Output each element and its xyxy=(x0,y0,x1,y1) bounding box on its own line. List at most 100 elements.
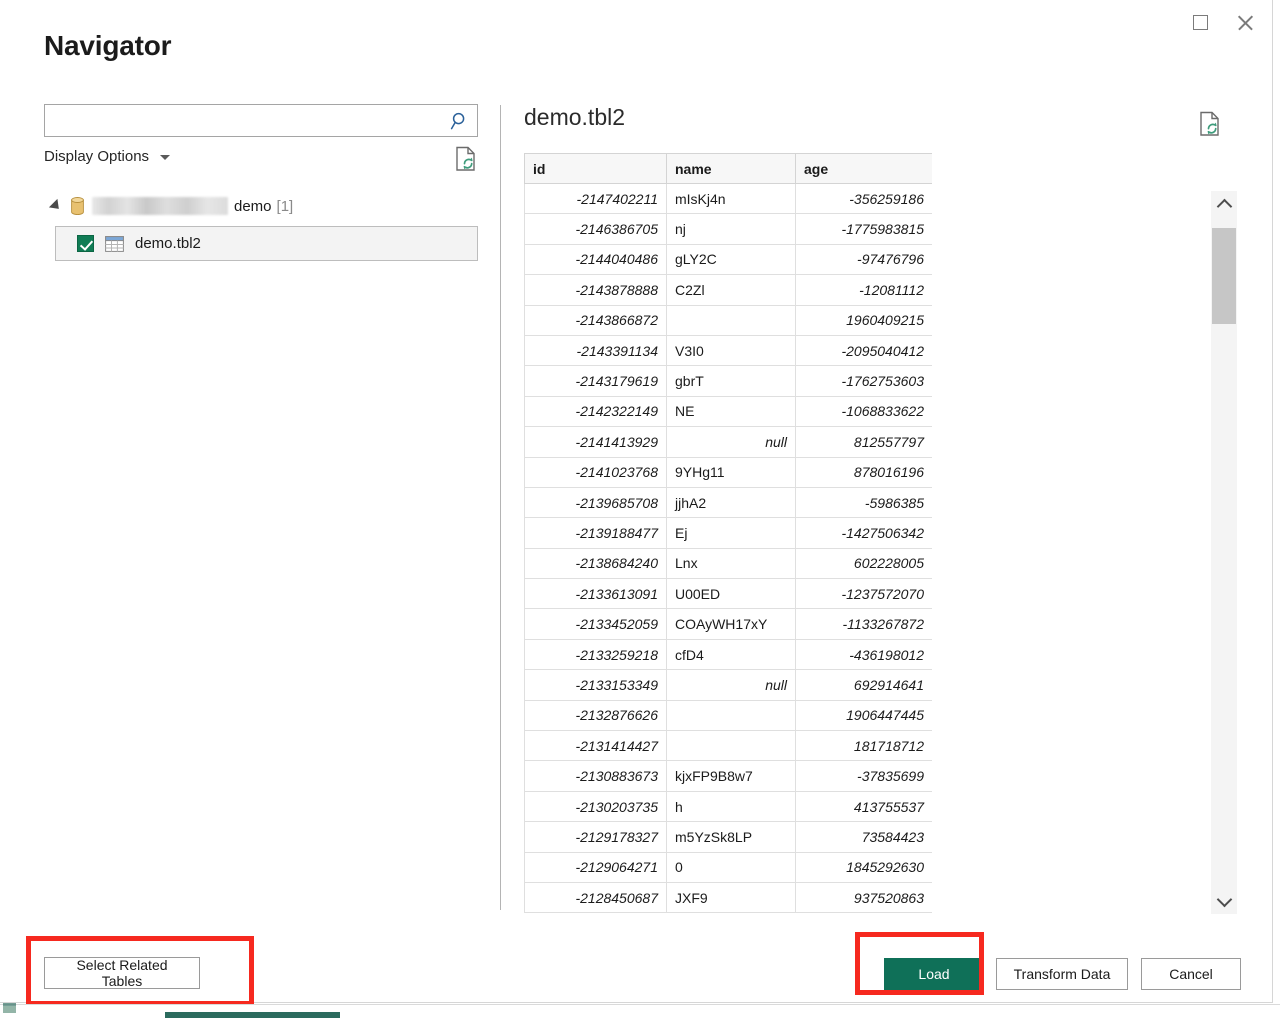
cell-id: -2141023768 xyxy=(525,457,667,487)
table-row[interactable]: -2130203735h413755537 xyxy=(525,791,933,821)
cell-id: -2133613091 xyxy=(525,579,667,609)
tree-node-database[interactable]: demo [1] xyxy=(44,192,478,220)
cell-id: -2142322149 xyxy=(525,396,667,426)
cell-id: -2139685708 xyxy=(525,487,667,517)
cell-name: kjxFP9B8w7 xyxy=(667,761,796,791)
maximize-button[interactable] xyxy=(1178,3,1223,41)
display-options-row: Display Options xyxy=(44,148,478,176)
table-row[interactable]: -2133259218cfD4-436198012 xyxy=(525,639,933,669)
table-row[interactable]: -21328766261906447445 xyxy=(525,700,933,730)
cell-name: Lnx xyxy=(667,548,796,578)
table-row[interactable]: -2147402211mIsKj4n-356259186 xyxy=(525,184,933,214)
transform-data-button[interactable]: Transform Data xyxy=(996,958,1128,990)
cell-id: -2141413929 xyxy=(525,427,667,457)
navigator-dialog: Navigator Display Options xyxy=(0,0,1273,1003)
cancel-button[interactable]: Cancel xyxy=(1141,958,1241,990)
cell-name: JXF9 xyxy=(667,882,796,912)
cell-id: -2129178327 xyxy=(525,822,667,852)
table-row[interactable]: -2133613091U00ED-1237572070 xyxy=(525,579,933,609)
table-row[interactable]: -2133452059COAyWH17xY-1133267872 xyxy=(525,609,933,639)
cell-id: -2143391134 xyxy=(525,335,667,365)
preview-refresh-document-icon[interactable] xyxy=(1199,111,1221,137)
cell-age: 181718712 xyxy=(796,731,933,761)
taskbar-app-icon[interactable] xyxy=(2,1000,18,1016)
cell-age: -436198012 xyxy=(796,639,933,669)
scroll-up-button[interactable] xyxy=(1211,191,1237,217)
tree-node-table-demo-tbl2[interactable]: demo.tbl2 xyxy=(55,226,478,261)
select-related-tables-button[interactable]: Select Related Tables xyxy=(44,957,200,989)
cell-age: -1237572070 xyxy=(796,579,933,609)
table-row[interactable]: -2142322149NE-1068833622 xyxy=(525,396,933,426)
cell-name xyxy=(667,731,796,761)
database-name: demo xyxy=(234,198,272,215)
scroll-down-button[interactable] xyxy=(1211,888,1237,914)
table-row[interactable]: -2143878888C2Zl-12081112 xyxy=(525,275,933,305)
preview-title: demo.tbl2 xyxy=(524,104,625,131)
close-button[interactable] xyxy=(1223,3,1268,41)
preview-data-table: id name age -2147402211mIsKj4n-356259186… xyxy=(524,153,932,913)
cell-name: 0 xyxy=(667,852,796,882)
database-cylinder-icon xyxy=(71,197,84,215)
cell-name xyxy=(667,305,796,335)
cell-age: -1762753603 xyxy=(796,366,933,396)
cell-name: NE xyxy=(667,396,796,426)
table-row[interactable]: -212906427101845292630 xyxy=(525,852,933,882)
table-row[interactable]: -2139685708jjhA2-5986385 xyxy=(525,487,933,517)
cell-age: 1960409215 xyxy=(796,305,933,335)
triangle-expanded-icon[interactable] xyxy=(49,199,63,213)
table-row[interactable]: -21410237689YHg11878016196 xyxy=(525,457,933,487)
table-row[interactable]: -2143179619gbrT-1762753603 xyxy=(525,366,933,396)
column-header-id[interactable]: id xyxy=(525,154,667,184)
table-row[interactable]: -21438668721960409215 xyxy=(525,305,933,335)
table-header-row: id name age xyxy=(525,154,933,184)
cell-name: U00ED xyxy=(667,579,796,609)
navigator-left-pane: Display Options xyxy=(44,104,480,904)
cell-id: -2144040486 xyxy=(525,244,667,274)
table-row[interactable]: -2133153349null692914641 xyxy=(525,670,933,700)
table-row[interactable]: -2138684240Lnx602228005 xyxy=(525,548,933,578)
cell-name: null xyxy=(667,670,796,700)
refresh-document-icon[interactable] xyxy=(455,146,477,172)
cell-id: -2133452059 xyxy=(525,609,667,639)
cell-id: -2130883673 xyxy=(525,761,667,791)
table-row[interactable]: -2144040486gLY2C-97476796 xyxy=(525,244,933,274)
table-row[interactable]: -2146386705nj-1775983815 xyxy=(525,214,933,244)
display-options-dropdown[interactable]: Display Options xyxy=(44,148,170,165)
cell-name: jjhA2 xyxy=(667,487,796,517)
table-row[interactable]: -2129178327m5YzSk8LP73584423 xyxy=(525,822,933,852)
table-row[interactable]: -2139188477Ej-1427506342 xyxy=(525,518,933,548)
table-row[interactable]: -2128450687JXF9937520863 xyxy=(525,882,933,912)
search-input[interactable] xyxy=(45,105,445,136)
cell-id: -2133259218 xyxy=(525,639,667,669)
window-caption-buttons xyxy=(1178,2,1268,42)
table-row[interactable]: -2130883673kjxFP9B8w7-37835699 xyxy=(525,761,933,791)
cell-id: -2129064271 xyxy=(525,852,667,882)
cell-name: COAyWH17xY xyxy=(667,609,796,639)
preview-vertical-scrollbar[interactable] xyxy=(1211,191,1237,914)
column-header-name[interactable]: name xyxy=(667,154,796,184)
tree-table-label: demo.tbl2 xyxy=(135,235,201,252)
pane-divider xyxy=(500,105,501,910)
cell-age: -1427506342 xyxy=(796,518,933,548)
table-row[interactable]: -2131414427181718712 xyxy=(525,731,933,761)
object-tree: demo [1] xyxy=(44,192,478,261)
cell-id: -2147402211 xyxy=(525,184,667,214)
cell-id: -2128450687 xyxy=(525,882,667,912)
column-header-age[interactable]: age xyxy=(796,154,933,184)
database-child-count: [1] xyxy=(277,198,294,215)
cell-name: mIsKj4n xyxy=(667,184,796,214)
cell-id: -2139188477 xyxy=(525,518,667,548)
load-button[interactable]: Load xyxy=(884,958,984,990)
search-magnifier-icon[interactable] xyxy=(450,111,470,131)
table-row[interactable]: -2141413929null812557797 xyxy=(525,427,933,457)
cell-age: 937520863 xyxy=(796,882,933,912)
cell-age: -1775983815 xyxy=(796,214,933,244)
table-row[interactable]: -2143391134V3I0-2095040412 xyxy=(525,335,933,365)
scrollbar-track[interactable] xyxy=(1212,324,1236,880)
cell-id: -2146386705 xyxy=(525,214,667,244)
scrollbar-thumb[interactable] xyxy=(1212,228,1236,324)
search-box[interactable] xyxy=(44,104,478,137)
table-checkbox[interactable] xyxy=(77,235,94,252)
database-node-label: demo [1] xyxy=(92,197,293,215)
cell-age: -1133267872 xyxy=(796,609,933,639)
